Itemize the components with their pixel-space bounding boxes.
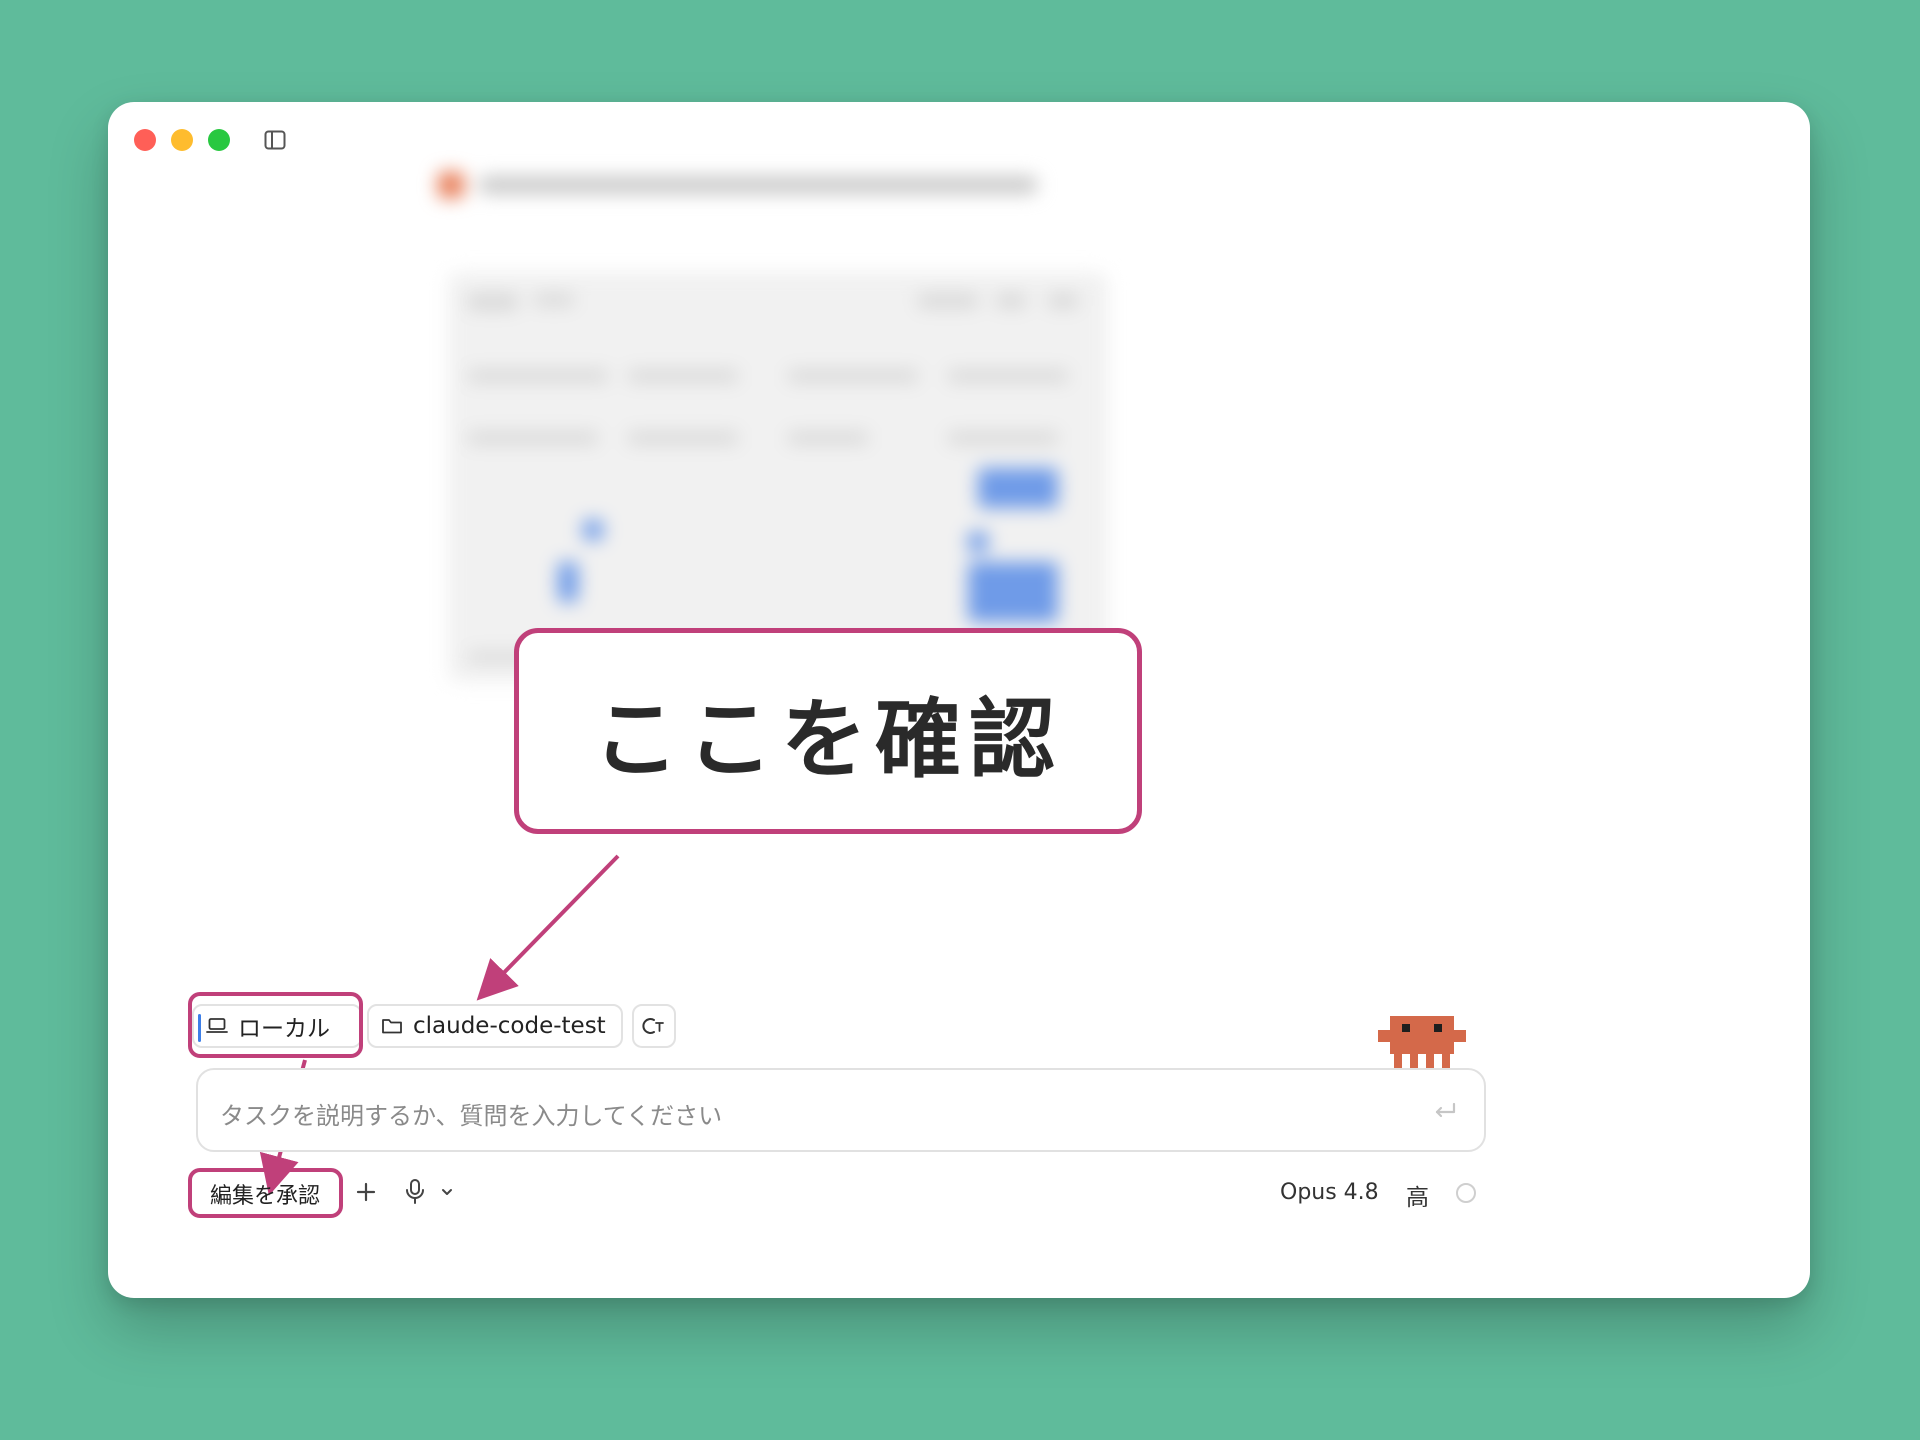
folder-label: claude-code-test [413,1013,606,1039]
task-input-placeholder: タスクを説明するか、質問を入力してください [220,1102,723,1130]
approve-highlight [188,1168,343,1218]
microphone-icon[interactable] [404,1178,426,1206]
enter-icon[interactable] [1432,1100,1458,1124]
sidebar-icon[interactable] [264,130,286,150]
blurred-conversation-title [438,164,1038,204]
folder-chip[interactable]: claude-code-test [367,1004,623,1048]
zoom-window-button[interactable] [208,129,230,151]
callout-text: ここを確認 [593,689,1063,790]
effort-selector[interactable]: 高 [1406,1178,1429,1212]
folder-icon [382,1019,402,1034]
status-circle-icon[interactable] [1455,1182,1477,1204]
chevron-down-icon[interactable] [440,1186,454,1198]
model-selector[interactable]: Opus 4.8 [1280,1180,1379,1205]
task-input[interactable]: タスクを説明するか、質問を入力してください [196,1068,1486,1152]
minimize-window-button[interactable] [171,129,193,151]
plus-icon[interactable] [354,1180,378,1204]
mascot-icon [1378,1016,1466,1070]
branch-chip[interactable] [632,1004,676,1048]
environment-highlight [188,992,363,1058]
branch-icon [642,1018,664,1034]
blurred-content-preview [448,272,1108,682]
close-window-button[interactable] [134,129,156,151]
annotation-callout: ここを確認 [514,628,1142,834]
